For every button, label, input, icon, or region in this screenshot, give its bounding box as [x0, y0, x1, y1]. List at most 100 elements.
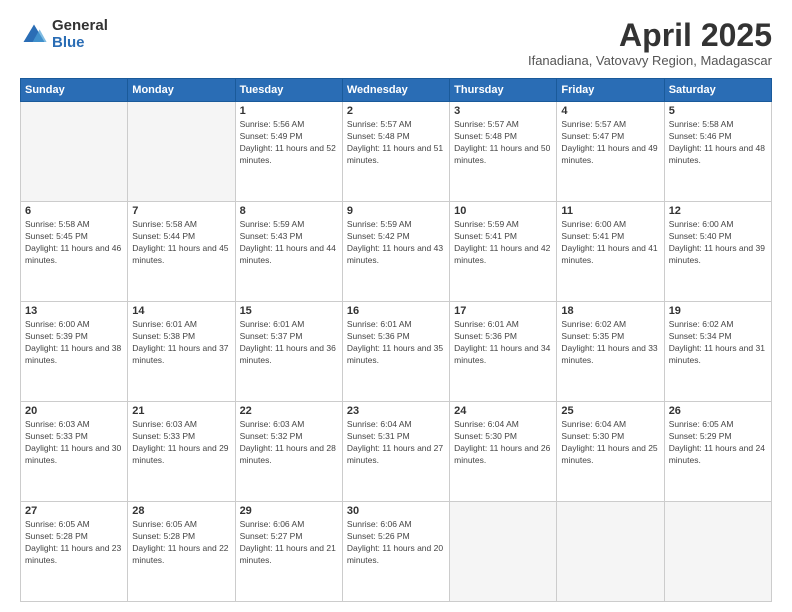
day-number: 22 — [240, 405, 338, 417]
calendar-day-cell: 28 Sunrise: 6:05 AMSunset: 5:28 PMDaylig… — [128, 502, 235, 602]
day-info: Sunrise: 6:06 AMSunset: 5:27 PMDaylight:… — [240, 519, 336, 565]
header-tuesday: Tuesday — [235, 79, 342, 102]
header: General Blue April 2025 Ifanadiana, Vato… — [20, 18, 772, 68]
calendar-day-cell: 2 Sunrise: 5:57 AMSunset: 5:48 PMDayligh… — [342, 102, 449, 202]
logo-text: General Blue — [52, 18, 108, 51]
calendar-day-cell: 24 Sunrise: 6:04 AMSunset: 5:30 PMDaylig… — [450, 402, 557, 502]
day-number: 25 — [561, 405, 659, 417]
calendar-day-cell: 3 Sunrise: 5:57 AMSunset: 5:48 PMDayligh… — [450, 102, 557, 202]
subtitle: Ifanadiana, Vatovavy Region, Madagascar — [528, 53, 772, 68]
day-info: Sunrise: 6:01 AMSunset: 5:38 PMDaylight:… — [132, 319, 228, 365]
calendar-day-cell: 19 Sunrise: 6:02 AMSunset: 5:34 PMDaylig… — [664, 302, 771, 402]
calendar-day-cell: 13 Sunrise: 6:00 AMSunset: 5:39 PMDaylig… — [21, 302, 128, 402]
day-number: 6 — [25, 205, 123, 217]
calendar-day-cell: 18 Sunrise: 6:02 AMSunset: 5:35 PMDaylig… — [557, 302, 664, 402]
day-info: Sunrise: 6:03 AMSunset: 5:33 PMDaylight:… — [25, 419, 121, 465]
day-number: 26 — [669, 405, 767, 417]
header-friday: Friday — [557, 79, 664, 102]
day-info: Sunrise: 6:05 AMSunset: 5:28 PMDaylight:… — [25, 519, 121, 565]
logo: General Blue — [20, 18, 108, 51]
day-info: Sunrise: 6:05 AMSunset: 5:28 PMDaylight:… — [132, 519, 228, 565]
calendar-day-cell: 25 Sunrise: 6:04 AMSunset: 5:30 PMDaylig… — [557, 402, 664, 502]
day-info: Sunrise: 6:02 AMSunset: 5:34 PMDaylight:… — [669, 319, 765, 365]
day-number: 13 — [25, 305, 123, 317]
day-info: Sunrise: 5:57 AMSunset: 5:47 PMDaylight:… — [561, 119, 657, 165]
calendar-day-cell: 22 Sunrise: 6:03 AMSunset: 5:32 PMDaylig… — [235, 402, 342, 502]
day-number: 16 — [347, 305, 445, 317]
calendar-day-cell: 16 Sunrise: 6:01 AMSunset: 5:36 PMDaylig… — [342, 302, 449, 402]
day-number: 5 — [669, 105, 767, 117]
calendar-day-cell: 23 Sunrise: 6:04 AMSunset: 5:31 PMDaylig… — [342, 402, 449, 502]
calendar-day-cell — [664, 502, 771, 602]
day-info: Sunrise: 5:57 AMSunset: 5:48 PMDaylight:… — [347, 119, 443, 165]
calendar-day-cell — [557, 502, 664, 602]
main-title: April 2025 — [528, 18, 772, 53]
day-number: 20 — [25, 405, 123, 417]
day-info: Sunrise: 6:01 AMSunset: 5:37 PMDaylight:… — [240, 319, 336, 365]
calendar-day-cell: 15 Sunrise: 6:01 AMSunset: 5:37 PMDaylig… — [235, 302, 342, 402]
day-number: 23 — [347, 405, 445, 417]
day-number: 15 — [240, 305, 338, 317]
title-block: April 2025 Ifanadiana, Vatovavy Region, … — [528, 18, 772, 68]
calendar-day-cell: 6 Sunrise: 5:58 AMSunset: 5:45 PMDayligh… — [21, 202, 128, 302]
day-number: 29 — [240, 505, 338, 517]
day-info: Sunrise: 5:59 AMSunset: 5:41 PMDaylight:… — [454, 219, 550, 265]
calendar-day-cell: 12 Sunrise: 6:00 AMSunset: 5:40 PMDaylig… — [664, 202, 771, 302]
day-info: Sunrise: 6:05 AMSunset: 5:29 PMDaylight:… — [669, 419, 765, 465]
weekday-header-row: Sunday Monday Tuesday Wednesday Thursday… — [21, 79, 772, 102]
day-info: Sunrise: 6:04 AMSunset: 5:31 PMDaylight:… — [347, 419, 443, 465]
day-number: 12 — [669, 205, 767, 217]
day-info: Sunrise: 5:59 AMSunset: 5:43 PMDaylight:… — [240, 219, 336, 265]
day-number: 17 — [454, 305, 552, 317]
day-number: 27 — [25, 505, 123, 517]
header-thursday: Thursday — [450, 79, 557, 102]
day-info: Sunrise: 6:00 AMSunset: 5:40 PMDaylight:… — [669, 219, 765, 265]
calendar-day-cell: 26 Sunrise: 6:05 AMSunset: 5:29 PMDaylig… — [664, 402, 771, 502]
calendar-week-row: 20 Sunrise: 6:03 AMSunset: 5:33 PMDaylig… — [21, 402, 772, 502]
day-number: 28 — [132, 505, 230, 517]
day-number: 8 — [240, 205, 338, 217]
day-number: 14 — [132, 305, 230, 317]
header-saturday: Saturday — [664, 79, 771, 102]
day-number: 10 — [454, 205, 552, 217]
day-info: Sunrise: 5:59 AMSunset: 5:42 PMDaylight:… — [347, 219, 443, 265]
calendar-day-cell — [21, 102, 128, 202]
calendar-table: Sunday Monday Tuesday Wednesday Thursday… — [20, 78, 772, 602]
calendar-day-cell: 30 Sunrise: 6:06 AMSunset: 5:26 PMDaylig… — [342, 502, 449, 602]
calendar-day-cell: 8 Sunrise: 5:59 AMSunset: 5:43 PMDayligh… — [235, 202, 342, 302]
logo-blue: Blue — [52, 35, 108, 52]
day-info: Sunrise: 5:57 AMSunset: 5:48 PMDaylight:… — [454, 119, 550, 165]
day-number: 4 — [561, 105, 659, 117]
calendar-day-cell: 7 Sunrise: 5:58 AMSunset: 5:44 PMDayligh… — [128, 202, 235, 302]
page: General Blue April 2025 Ifanadiana, Vato… — [0, 0, 792, 612]
header-wednesday: Wednesday — [342, 79, 449, 102]
day-info: Sunrise: 5:56 AMSunset: 5:49 PMDaylight:… — [240, 119, 336, 165]
header-monday: Monday — [128, 79, 235, 102]
day-number: 3 — [454, 105, 552, 117]
day-number: 18 — [561, 305, 659, 317]
calendar-day-cell: 10 Sunrise: 5:59 AMSunset: 5:41 PMDaylig… — [450, 202, 557, 302]
day-info: Sunrise: 5:58 AMSunset: 5:45 PMDaylight:… — [25, 219, 121, 265]
calendar-day-cell: 11 Sunrise: 6:00 AMSunset: 5:41 PMDaylig… — [557, 202, 664, 302]
calendar-day-cell: 20 Sunrise: 6:03 AMSunset: 5:33 PMDaylig… — [21, 402, 128, 502]
calendar-day-cell: 4 Sunrise: 5:57 AMSunset: 5:47 PMDayligh… — [557, 102, 664, 202]
calendar-week-row: 6 Sunrise: 5:58 AMSunset: 5:45 PMDayligh… — [21, 202, 772, 302]
day-info: Sunrise: 6:06 AMSunset: 5:26 PMDaylight:… — [347, 519, 443, 565]
calendar-day-cell: 1 Sunrise: 5:56 AMSunset: 5:49 PMDayligh… — [235, 102, 342, 202]
day-info: Sunrise: 5:58 AMSunset: 5:46 PMDaylight:… — [669, 119, 765, 165]
day-number: 30 — [347, 505, 445, 517]
day-info: Sunrise: 6:00 AMSunset: 5:39 PMDaylight:… — [25, 319, 121, 365]
calendar-day-cell: 14 Sunrise: 6:01 AMSunset: 5:38 PMDaylig… — [128, 302, 235, 402]
day-number: 1 — [240, 105, 338, 117]
day-info: Sunrise: 6:01 AMSunset: 5:36 PMDaylight:… — [454, 319, 550, 365]
calendar-day-cell — [128, 102, 235, 202]
day-number: 24 — [454, 405, 552, 417]
day-number: 21 — [132, 405, 230, 417]
calendar-day-cell: 21 Sunrise: 6:03 AMSunset: 5:33 PMDaylig… — [128, 402, 235, 502]
day-info: Sunrise: 6:00 AMSunset: 5:41 PMDaylight:… — [561, 219, 657, 265]
day-info: Sunrise: 6:03 AMSunset: 5:32 PMDaylight:… — [240, 419, 336, 465]
day-info: Sunrise: 6:04 AMSunset: 5:30 PMDaylight:… — [561, 419, 657, 465]
day-info: Sunrise: 6:01 AMSunset: 5:36 PMDaylight:… — [347, 319, 443, 365]
header-sunday: Sunday — [21, 79, 128, 102]
day-number: 9 — [347, 205, 445, 217]
